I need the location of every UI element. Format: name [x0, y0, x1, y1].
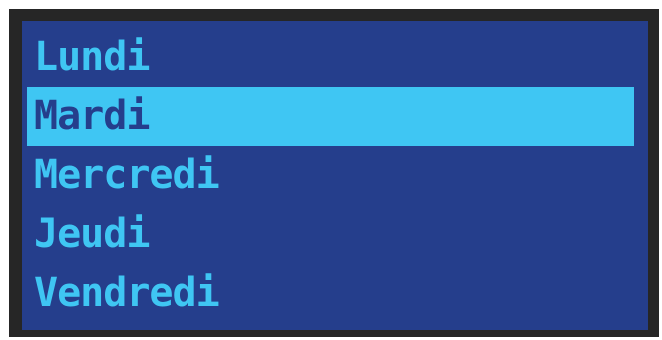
day-listbox[interactable]: Lundi Mardi Mercredi Jeudi Vendredi — [22, 21, 648, 330]
listbox-frame: Lundi Mardi Mercredi Jeudi Vendredi — [9, 9, 659, 337]
list-item-vendredi[interactable]: Vendredi — [22, 264, 648, 323]
list-item-jeudi[interactable]: Jeudi — [22, 205, 648, 264]
list-item-mardi[interactable]: Mardi — [27, 87, 634, 146]
list-item-lundi[interactable]: Lundi — [22, 28, 648, 87]
list-item-mercredi[interactable]: Mercredi — [22, 146, 648, 205]
